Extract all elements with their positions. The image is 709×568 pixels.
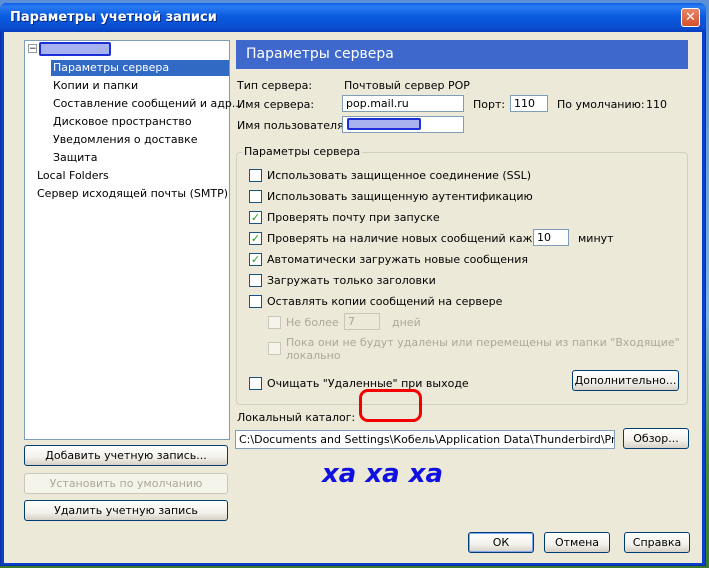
browse-button[interactable]: Обзор... xyxy=(623,428,689,449)
tree-item-smtp-server[interactable]: Сервер исходящей почты (SMTP) xyxy=(37,186,228,202)
tree-item-label: Параметры сервера xyxy=(53,61,170,74)
redacted-account-name[interactable] xyxy=(39,42,111,56)
until-deleted-label-line1: Пока они не будут удалены или перемещены… xyxy=(286,336,680,349)
tree-item-disk-space[interactable]: Дисковое пространство xyxy=(53,114,192,130)
tree-item-local-folders[interactable]: Local Folders xyxy=(37,168,109,184)
tree-item-return-receipts[interactable]: Уведомления о доставке xyxy=(53,132,198,148)
panel-header: Параметры сервера xyxy=(236,40,688,69)
server-name-field[interactable]: pop.mail.ru xyxy=(342,95,464,112)
default-port-value: 110 xyxy=(646,98,667,111)
headers-only-checkbox[interactable] xyxy=(249,274,262,287)
auto-download-label[interactable]: Автоматически загружать новые сообщения xyxy=(267,253,528,266)
tree-item-server-settings[interactable]: Параметры сервера xyxy=(51,60,229,76)
account-tree[interactable]: − Параметры сервера Копии и папки Состав… xyxy=(24,40,242,440)
cancel-label: Отмена xyxy=(554,536,600,549)
help-button[interactable]: Справка xyxy=(624,532,690,553)
help-label: Справка xyxy=(632,536,682,549)
collapse-toggle-icon[interactable]: − xyxy=(28,44,37,54)
set-default-button: Установить по умолчанию xyxy=(24,473,228,494)
server-type-value: Почтовый сервер POP xyxy=(344,79,470,92)
ok-label: ОК xyxy=(492,536,510,549)
leave-copies-checkbox[interactable] xyxy=(249,295,262,308)
empty-trash-checkbox[interactable] xyxy=(249,377,262,390)
check-startup-label[interactable]: Проверять почту при запуске xyxy=(267,211,440,224)
add-account-button[interactable]: Добавить учетную запись... xyxy=(24,445,228,466)
port-field[interactable]: 110 xyxy=(510,95,548,112)
annotation-circle xyxy=(359,389,422,422)
close-button[interactable]: ✕ xyxy=(681,8,700,27)
redacted-username xyxy=(347,118,421,130)
set-default-label: Установить по умолчанию xyxy=(49,477,203,490)
username-label: Имя пользователя: xyxy=(237,119,348,132)
until-deleted-checkbox xyxy=(268,342,281,355)
annotation-text: ха ха ха xyxy=(322,459,444,489)
group-title: Параметры сервера xyxy=(242,145,363,158)
check-every-label[interactable]: Проверять на наличие новых сообщений каж… xyxy=(267,232,556,245)
no-more-than-label: Не более xyxy=(286,316,339,329)
auto-download-checkbox[interactable]: ✓ xyxy=(249,253,262,266)
advanced-button[interactable]: Дополнительно... xyxy=(572,370,679,391)
advanced-label: Дополнительно... xyxy=(574,374,677,387)
secure-auth-label[interactable]: Использовать защищенную аутентификацию xyxy=(267,190,533,203)
ssl-checkbox[interactable] xyxy=(249,169,262,182)
check-mark-icon: ✓ xyxy=(250,253,261,266)
add-account-label: Добавить учетную запись... xyxy=(45,449,207,462)
check-every-checkbox[interactable]: ✓ xyxy=(249,232,262,245)
delete-account-label: Удалить учетную запись xyxy=(54,504,198,517)
default-port-label: По умолчанию: xyxy=(557,98,645,111)
days-field: 7 xyxy=(344,313,380,330)
local-dir-field[interactable]: C:\Documents and Settings\Кобель\Applica… xyxy=(235,430,615,449)
ok-button[interactable]: ОК xyxy=(468,532,534,553)
title-bar[interactable]: Параметры учетной записи ✕ xyxy=(0,3,706,32)
port-label: Порт: xyxy=(473,98,506,111)
cancel-button[interactable]: Отмена xyxy=(544,532,610,553)
browse-label: Обзор... xyxy=(633,432,679,445)
check-startup-checkbox[interactable]: ✓ xyxy=(249,211,262,224)
until-deleted-label-line2: локально xyxy=(286,349,341,362)
tree-item-composition[interactable]: Составление сообщений и адр... xyxy=(53,96,242,112)
dialog-client-area: − Параметры сервера Копии и папки Состав… xyxy=(4,32,702,563)
no-more-than-checkbox xyxy=(268,316,281,329)
check-mark-icon: ✓ xyxy=(250,211,261,224)
secure-auth-checkbox[interactable] xyxy=(249,190,262,203)
minutes-label: минут xyxy=(578,232,614,245)
tree-item-security[interactable]: Защита xyxy=(53,150,97,166)
check-interval-field[interactable]: 10 xyxy=(533,229,569,246)
server-type-label: Тип сервера: xyxy=(237,79,313,92)
days-label: дней xyxy=(392,316,421,329)
ssl-label[interactable]: Использовать защищенное соединение (SSL) xyxy=(267,169,531,182)
username-field[interactable] xyxy=(342,116,464,133)
leave-copies-label[interactable]: Оставлять копии сообщений на сервере xyxy=(267,295,502,308)
delete-account-button[interactable]: Удалить учетную запись xyxy=(24,500,228,521)
tree-item-copies-folders[interactable]: Копии и папки xyxy=(53,78,138,94)
local-dir-label: Локальный каталог: xyxy=(237,411,356,424)
window-title: Параметры учетной записи xyxy=(10,10,217,25)
server-name-label: Имя сервера: xyxy=(237,98,315,111)
check-mark-icon: ✓ xyxy=(250,232,261,245)
headers-only-label[interactable]: Загружать только заголовки xyxy=(267,274,436,287)
account-settings-dialog: Параметры учетной записи ✕ − Параметры с… xyxy=(0,3,706,566)
